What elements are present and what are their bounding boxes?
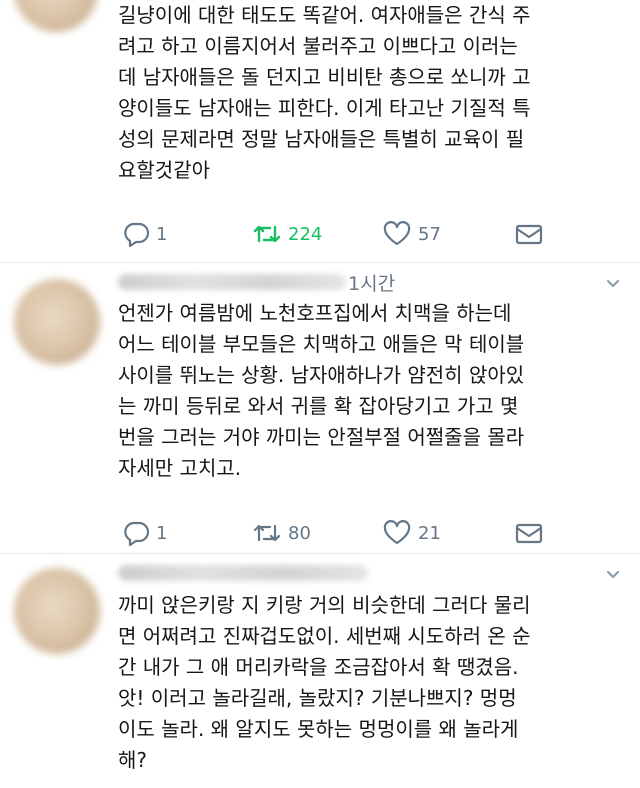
reply-icon — [124, 521, 150, 546]
tweet-3[interactable]: 까미 앉은키랑 지 키랑 거의 비슷한데 그러다 물리 면 어쩌려고 진짜겁도없… — [0, 554, 640, 788]
tweet-text: 언젠가 여름밤에 노천호프집에서 치맥을 하는데 어느 테이블 부모들은 치맥하… — [118, 301, 525, 480]
avatar[interactable] — [14, 279, 100, 365]
tweet-header — [118, 560, 368, 586]
direct-message-button[interactable] — [514, 518, 550, 548]
heart-icon — [383, 221, 411, 246]
like-count: 57 — [418, 223, 441, 245]
reply-icon — [124, 222, 150, 247]
timestamp[interactable]: 1시간 — [348, 269, 395, 296]
retweet-button[interactable]: 224 — [252, 219, 322, 249]
reply-button[interactable]: 1 — [122, 518, 167, 548]
retweet-button[interactable]: 80 — [252, 518, 311, 548]
retweet-icon — [253, 225, 281, 243]
tweet-text: 길냥이에 대한 태도도 똑같어. 여자애들은 간식 주 려고 하고 이름지어서 … — [118, 3, 531, 182]
avatar[interactable] — [14, 568, 100, 654]
tweet-text: 까미 앉은키랑 지 키랑 거의 비슷한데 그러다 물리 면 어쩌려고 진짜겁도없… — [118, 593, 531, 772]
author-name-redacted[interactable] — [118, 565, 368, 581]
retweet-count: 224 — [288, 223, 323, 245]
retweet-count: 80 — [288, 522, 311, 544]
reply-count: 1 — [156, 223, 168, 245]
like-button[interactable]: 21 — [382, 518, 441, 548]
author-name-redacted[interactable] — [118, 274, 346, 290]
heart-icon — [383, 520, 411, 545]
like-count: 21 — [418, 522, 441, 544]
tweet-actions: 1 80 21 — [118, 518, 558, 548]
like-button[interactable]: 57 — [382, 219, 441, 249]
tweet-actions: 1 224 57 — [118, 219, 558, 249]
chevron-down-icon[interactable] — [606, 568, 620, 582]
tweet-header: 1시간 — [118, 269, 395, 295]
envelope-icon — [515, 224, 543, 245]
tweet-1[interactable]: 길냥이에 대한 태도도 똑같어. 여자애들은 간식 주 려고 하고 이름지어서 … — [0, 0, 640, 262]
reply-count: 1 — [156, 522, 168, 544]
tweet-2[interactable]: 1시간 언젠가 여름밤에 노천호프집에서 치맥을 하는데 어느 테이블 부모들은… — [0, 263, 640, 553]
retweet-icon — [253, 524, 281, 542]
avatar[interactable] — [14, 0, 98, 32]
chevron-down-icon[interactable] — [606, 277, 620, 291]
envelope-icon — [515, 523, 543, 544]
direct-message-button[interactable] — [514, 219, 550, 249]
reply-button[interactable]: 1 — [122, 219, 167, 249]
